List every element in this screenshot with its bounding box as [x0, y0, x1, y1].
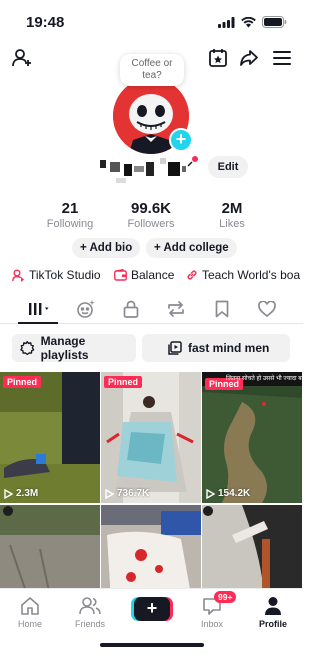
create-button[interactable]: + [134, 597, 170, 621]
manage-playlists-button[interactable]: Manage playlists [12, 334, 136, 362]
nav-home-label: Home [17, 619, 42, 629]
teach-link[interactable]: Teach World's boa [186, 268, 300, 282]
share-icon[interactable] [237, 46, 261, 70]
nav-profile[interactable]: Profile [243, 595, 303, 629]
tab-ai-self[interactable] [74, 298, 98, 320]
playlist-icon [168, 341, 182, 355]
play-icon [206, 488, 215, 499]
menu-icon[interactable] [270, 46, 294, 70]
nav-friends-label: Friends [74, 619, 105, 629]
videos-grid-icon [29, 303, 49, 315]
stat-likes-value: 2M [221, 200, 243, 217]
stat-following-label: Following [46, 218, 94, 230]
wifi-icon [241, 16, 256, 27]
pen-icon [187, 156, 198, 167]
video-thumbnail[interactable]: Pinned 2.3M [0, 372, 100, 503]
play-icon [4, 488, 13, 499]
add-bio-button[interactable]: + Add bio [72, 238, 141, 258]
stat-likes[interactable]: 2M Likes [192, 200, 272, 230]
status-icons [218, 16, 287, 28]
home-indicator [100, 643, 204, 647]
view-count: 2.3M [4, 488, 38, 499]
status-bar: 19:48 [0, 0, 303, 44]
heart-icon [258, 301, 276, 317]
teach-label: Teach World's boa [202, 268, 301, 282]
wallet-icon [114, 269, 127, 281]
video-thumbnail[interactable]: Pinned जितना सोचते हो उससे भी ज्यादा बड़… [202, 372, 302, 503]
friends-icon [79, 597, 101, 615]
bookmark-icon [215, 300, 229, 318]
link-icon [187, 270, 197, 280]
edit-profile-button[interactable]: Edit [208, 156, 248, 178]
playlist-fast-mind-men[interactable]: fast mind men [142, 334, 290, 362]
content-tabs [0, 294, 303, 324]
gear-icon [20, 340, 35, 356]
battery-icon [262, 16, 287, 28]
note-line-1: Coffee or [131, 58, 173, 69]
video-overlay-text: जितना सोचते हो उससे भी ज्यादा बड़ी [226, 376, 302, 382]
home-icon [21, 597, 39, 615]
note-line-2: tea? [142, 70, 162, 81]
inbox-badge: 99+ [214, 591, 237, 603]
view-count: 154.2K [206, 488, 250, 499]
username-redacted [98, 156, 198, 186]
status-time: 19:48 [26, 14, 65, 31]
playlist-fast-label: fast mind men [188, 341, 270, 355]
stat-likes-label: Likes [219, 218, 245, 230]
tab-favorites[interactable] [210, 298, 234, 320]
repost-icon [168, 301, 184, 317]
view-count-label: 736.7K [117, 488, 150, 499]
add-college-button[interactable]: + Add college [146, 238, 237, 258]
tab-private[interactable] [119, 298, 143, 320]
view-count-label: 2.3M [16, 488, 39, 499]
stat-following-value: 21 [61, 200, 79, 217]
signal-icon [218, 16, 235, 28]
tab-reposts[interactable] [164, 298, 188, 320]
nav-profile-label: Profile [258, 619, 287, 629]
tab-liked[interactable] [255, 298, 279, 320]
studio-icon [12, 269, 24, 282]
quick-links: TikTok Studio Balance Teach World's boa [0, 268, 303, 288]
profile-icon [265, 597, 281, 615]
note-bubble[interactable]: Coffee or tea? [120, 54, 184, 86]
nav-friends[interactable]: Friends [60, 595, 120, 629]
manage-playlists-label: Manage playlists [40, 334, 89, 362]
nav-inbox-label: Inbox [200, 619, 224, 629]
pinned-badge: Pinned [104, 376, 143, 388]
nav-inbox[interactable]: 99+ Inbox [182, 591, 242, 629]
play-icon [105, 488, 114, 499]
studio-label: TikTok Studio [29, 268, 101, 282]
pinned-badge: Pinned [3, 376, 42, 388]
stat-followers-label: Followers [127, 218, 175, 230]
nav-home[interactable]: Home [0, 595, 60, 629]
profile-stats: 21 Following 99.6K Followers 2M Likes [0, 200, 303, 232]
stat-followers-value: 99.6K [130, 200, 172, 217]
balance-link[interactable]: Balance [114, 268, 174, 282]
view-count: 736.7K [105, 488, 149, 499]
stat-following[interactable]: 21 Following [30, 200, 110, 230]
tiktok-studio-link[interactable]: TikTok Studio [12, 268, 101, 282]
add-story-button[interactable]: + [169, 128, 193, 152]
stat-followers[interactable]: 99.6K Followers [111, 200, 191, 230]
add-friend-icon[interactable] [10, 46, 34, 70]
lock-icon [123, 300, 139, 318]
balance-label: Balance [131, 268, 175, 282]
active-tab-indicator [18, 322, 58, 324]
tab-videos[interactable] [26, 298, 54, 320]
calendar-star-icon[interactable] [206, 46, 230, 70]
video-thumbnail[interactable]: Pinned 736.7K [101, 372, 201, 503]
view-count-label: 154.2K [218, 488, 251, 499]
face-sparkle-icon [77, 300, 95, 318]
